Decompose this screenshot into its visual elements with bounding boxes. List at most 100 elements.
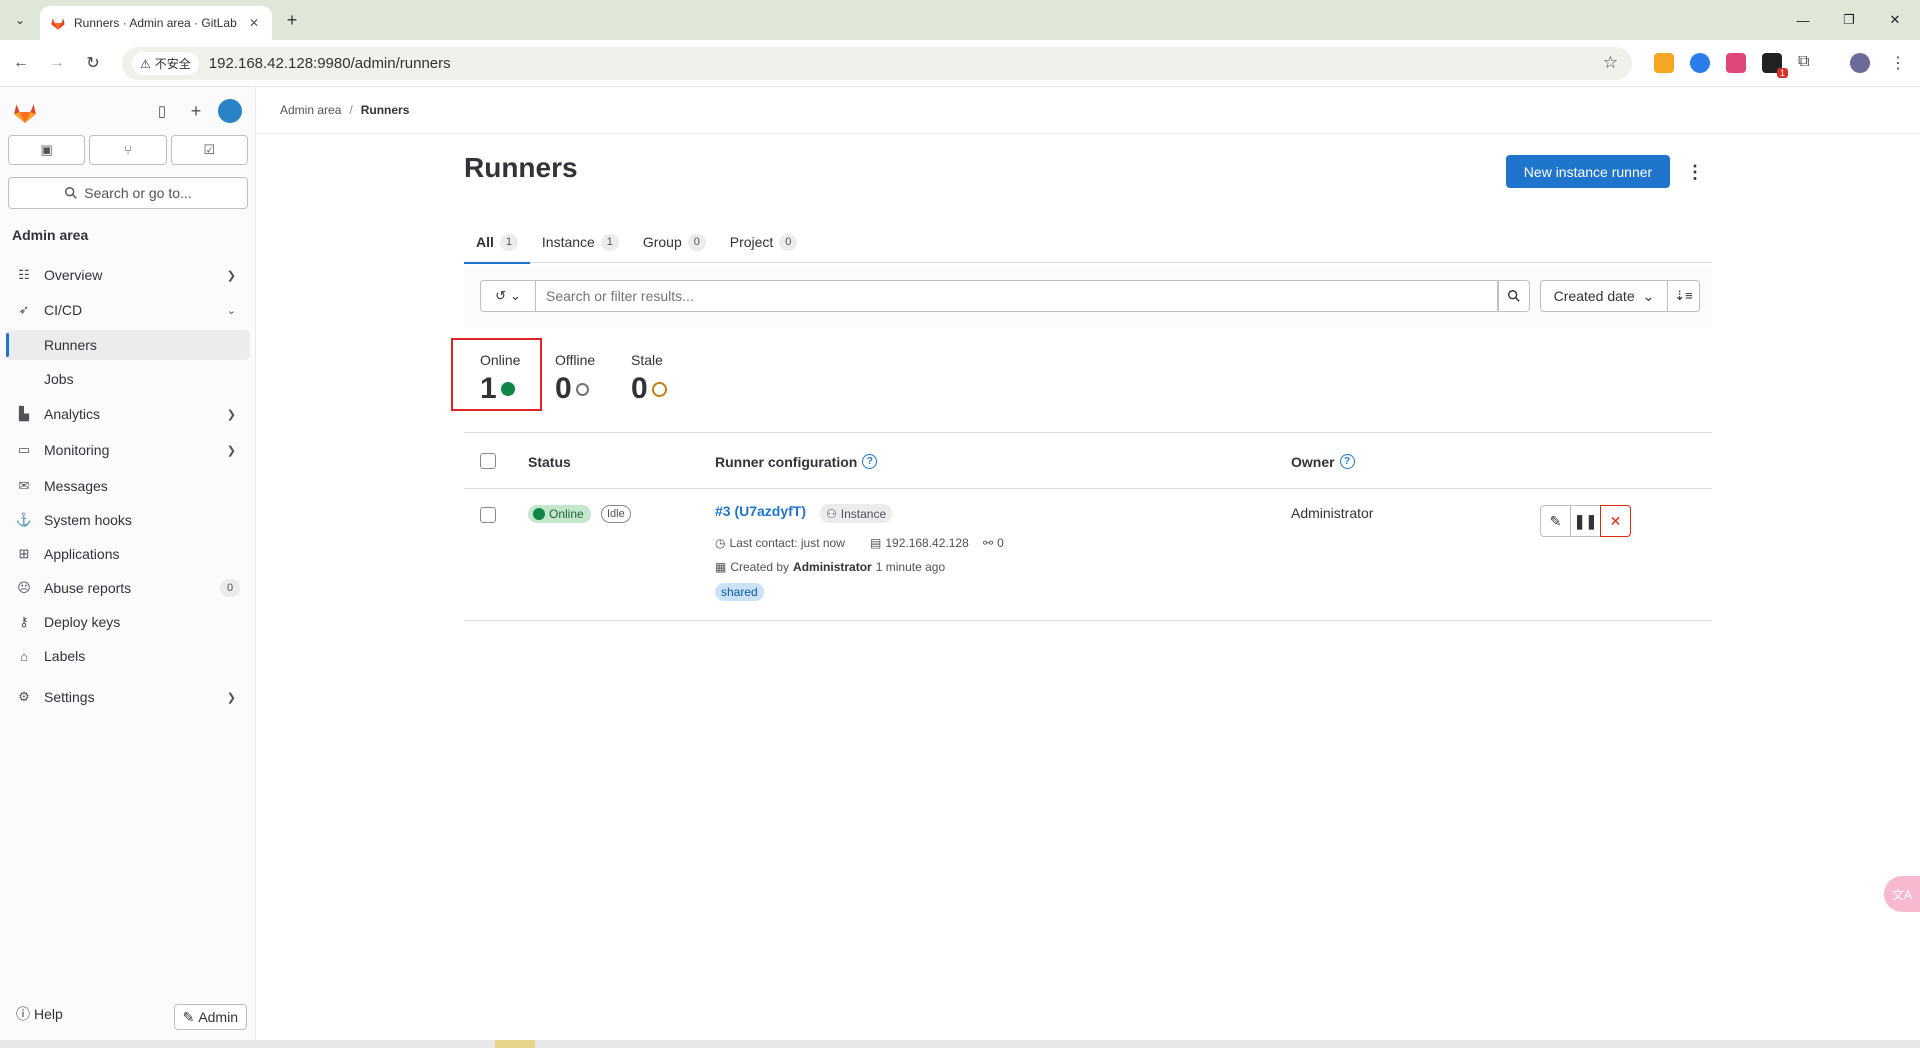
help-question-icon[interactable]: ?	[862, 454, 878, 469]
bookmark-star-icon[interactable]: ☆	[1603, 53, 1618, 73]
help-question-icon[interactable]: ?	[1339, 454, 1355, 469]
todos-button[interactable]: ☑	[170, 135, 248, 165]
sidebar-item-overview[interactable]: ☷ Overview ❯	[6, 260, 250, 290]
edit-runner-button[interactable]: ✎	[1540, 505, 1571, 537]
merge-requests-button[interactable]: ⑂	[89, 135, 167, 165]
runner-name-link[interactable]: #3 (U7azdyfT)	[715, 503, 806, 519]
tab-group[interactable]: Group 0	[631, 221, 718, 263]
sidebar-item-runners[interactable]: Runners	[6, 330, 250, 360]
browser-tab[interactable]: Runners · Admin area · GitLab ✕	[40, 6, 272, 40]
help-button[interactable]: ⓘ Help	[16, 1004, 63, 1024]
collapse-sidebar-icon[interactable]: ▯	[150, 99, 174, 123]
pipeline-icon: ⚯	[983, 536, 994, 550]
create-new-icon[interactable]: +	[184, 99, 208, 123]
restore-button[interactable]: ❐	[1826, 0, 1872, 40]
breadcrumb-current[interactable]: Runners	[361, 103, 410, 117]
last-contact: ◷ Last contact: just now	[715, 536, 845, 550]
more-actions-icon[interactable]: ⋮	[1682, 158, 1708, 186]
tab-search-button[interactable]: ⌄	[8, 8, 32, 32]
pause-icon: ❚❚	[1573, 512, 1598, 529]
admin-button[interactable]: ✎ Admin	[173, 1004, 247, 1030]
reload-button[interactable]: ↻	[80, 50, 106, 76]
browser-menu-icon[interactable]: ⋮	[1888, 53, 1908, 73]
forward-button[interactable]: →	[44, 50, 70, 76]
select-all-checkbox[interactable]	[480, 453, 496, 469]
filter-search-input[interactable]	[536, 280, 1498, 312]
highlight-box	[451, 338, 542, 411]
tab-label: Instance	[541, 234, 595, 250]
admin-label: Admin	[198, 1009, 238, 1025]
search-icon	[1508, 290, 1520, 302]
breadcrumb-admin-area[interactable]: Admin area	[280, 103, 341, 117]
chevron-down-icon: ⌄	[226, 304, 236, 317]
recent-searches-dropdown[interactable]: ↺ ⌄	[480, 280, 536, 312]
column-owner: Owner ?	[1291, 433, 1355, 490]
close-window-button[interactable]: ✕	[1872, 0, 1918, 40]
tab-label: Group	[642, 234, 682, 250]
sort-direction-button[interactable]: ⇣≡	[1668, 280, 1700, 312]
tab-label: Project	[729, 234, 774, 250]
omnibox[interactable]: ⚠ 不安全 192.168.42.128:9980/admin/runners …	[122, 47, 1632, 80]
search-placeholder: Search or go to...	[84, 185, 192, 201]
offline-status-icon	[575, 382, 589, 396]
url-text[interactable]: 192.168.42.128:9980/admin/runners	[209, 55, 451, 72]
sidebar-item-messages[interactable]: ✉ Messages	[6, 471, 250, 501]
column-header-label: Runner configuration	[715, 453, 858, 470]
extension-badge-icon[interactable]: 1	[1762, 53, 1788, 78]
filter-search-button[interactable]	[1498, 280, 1530, 312]
last-contact-text: Last contact: just now	[729, 536, 845, 550]
search-button[interactable]: Search or go to...	[8, 177, 248, 209]
table-row: Online Idle #3 (U7azdyfT) ⚇ Instance ◷ L…	[464, 489, 1712, 621]
new-tab-button[interactable]: +	[280, 8, 304, 32]
sidebar-item-deploy-keys[interactable]: ⚷ Deploy keys	[6, 607, 250, 637]
security-indicator[interactable]: ⚠ 不安全	[132, 52, 199, 75]
tab-all[interactable]: All 1	[464, 221, 530, 264]
gitlab-logo-icon[interactable]	[12, 99, 38, 125]
minimize-button[interactable]: —	[1780, 0, 1826, 40]
tab-project[interactable]: Project 0	[718, 221, 810, 263]
stat-label: Stale	[631, 352, 663, 368]
sort-label: Created date	[1553, 288, 1635, 304]
sidebar-item-cicd[interactable]: ➶ CI/CD ⌄	[6, 295, 250, 325]
column-header-label: Status	[528, 453, 571, 470]
sidebar-item-monitoring[interactable]: ▭ Monitoring ❯	[6, 435, 250, 465]
extensions-puzzle-icon[interactable]: ⧉	[1798, 53, 1818, 73]
sort-by-dropdown[interactable]: Created date ⌄	[1540, 280, 1668, 312]
close-tab-icon[interactable]: ✕	[246, 16, 262, 30]
tab-instance[interactable]: Instance 1	[530, 221, 631, 263]
stat-label: Offline	[555, 352, 596, 368]
browser-tab-title: Runners · Admin area · GitLab	[74, 16, 237, 30]
close-icon: ✕	[1609, 512, 1622, 529]
sidebar-item-jobs[interactable]: Jobs	[6, 364, 250, 394]
key-icon: ⚷	[19, 614, 29, 629]
extension-translate-icon[interactable]	[1726, 53, 1746, 73]
sidebar-item-applications[interactable]: ⊞ Applications	[6, 539, 250, 569]
sidebar-item-system-hooks[interactable]: ⚓ System hooks	[6, 505, 250, 535]
delete-runner-button[interactable]: ✕	[1600, 505, 1631, 537]
pause-runner-button[interactable]: ❚❚	[1570, 505, 1601, 537]
stat-value: 0	[555, 372, 572, 405]
jobs-count-text: 0	[997, 536, 1004, 550]
sidebar-item-label: Settings	[44, 689, 95, 705]
sidebar-item-labels[interactable]: ⌂ Labels	[6, 641, 250, 671]
new-instance-runner-button[interactable]: New instance runner	[1506, 155, 1670, 188]
tab-label: All	[476, 234, 494, 250]
translate-widget-icon[interactable]: 文A	[1884, 876, 1920, 912]
back-button[interactable]: ←	[8, 50, 34, 76]
runner-owner[interactable]: Administrator	[1291, 505, 1373, 521]
sidebar-item-analytics[interactable]: ▙ Analytics ❯	[6, 399, 250, 429]
sidebar-item-abuse-reports[interactable]: ☹ Abuse reports 0	[6, 573, 250, 603]
created-by-user[interactable]: Administrator	[793, 560, 872, 574]
row-select-checkbox[interactable]	[480, 507, 496, 523]
warning-icon: ⚠	[140, 56, 151, 71]
extension-fox-icon[interactable]	[1690, 53, 1710, 73]
issues-button[interactable]: ▣	[8, 135, 86, 165]
stat-stale[interactable]: Stale 0	[631, 352, 667, 406]
profile-avatar[interactable]	[1850, 53, 1870, 73]
extension-orange-icon[interactable]	[1654, 53, 1674, 73]
user-avatar[interactable]	[218, 99, 242, 123]
stat-offline[interactable]: Offline 0	[555, 352, 595, 406]
sidebar-item-settings[interactable]: ⚙ Settings ❯	[6, 682, 250, 712]
tab-count: 0	[779, 233, 798, 251]
created-by: ▦ Created by Administrator 1 minute ago	[715, 560, 945, 574]
